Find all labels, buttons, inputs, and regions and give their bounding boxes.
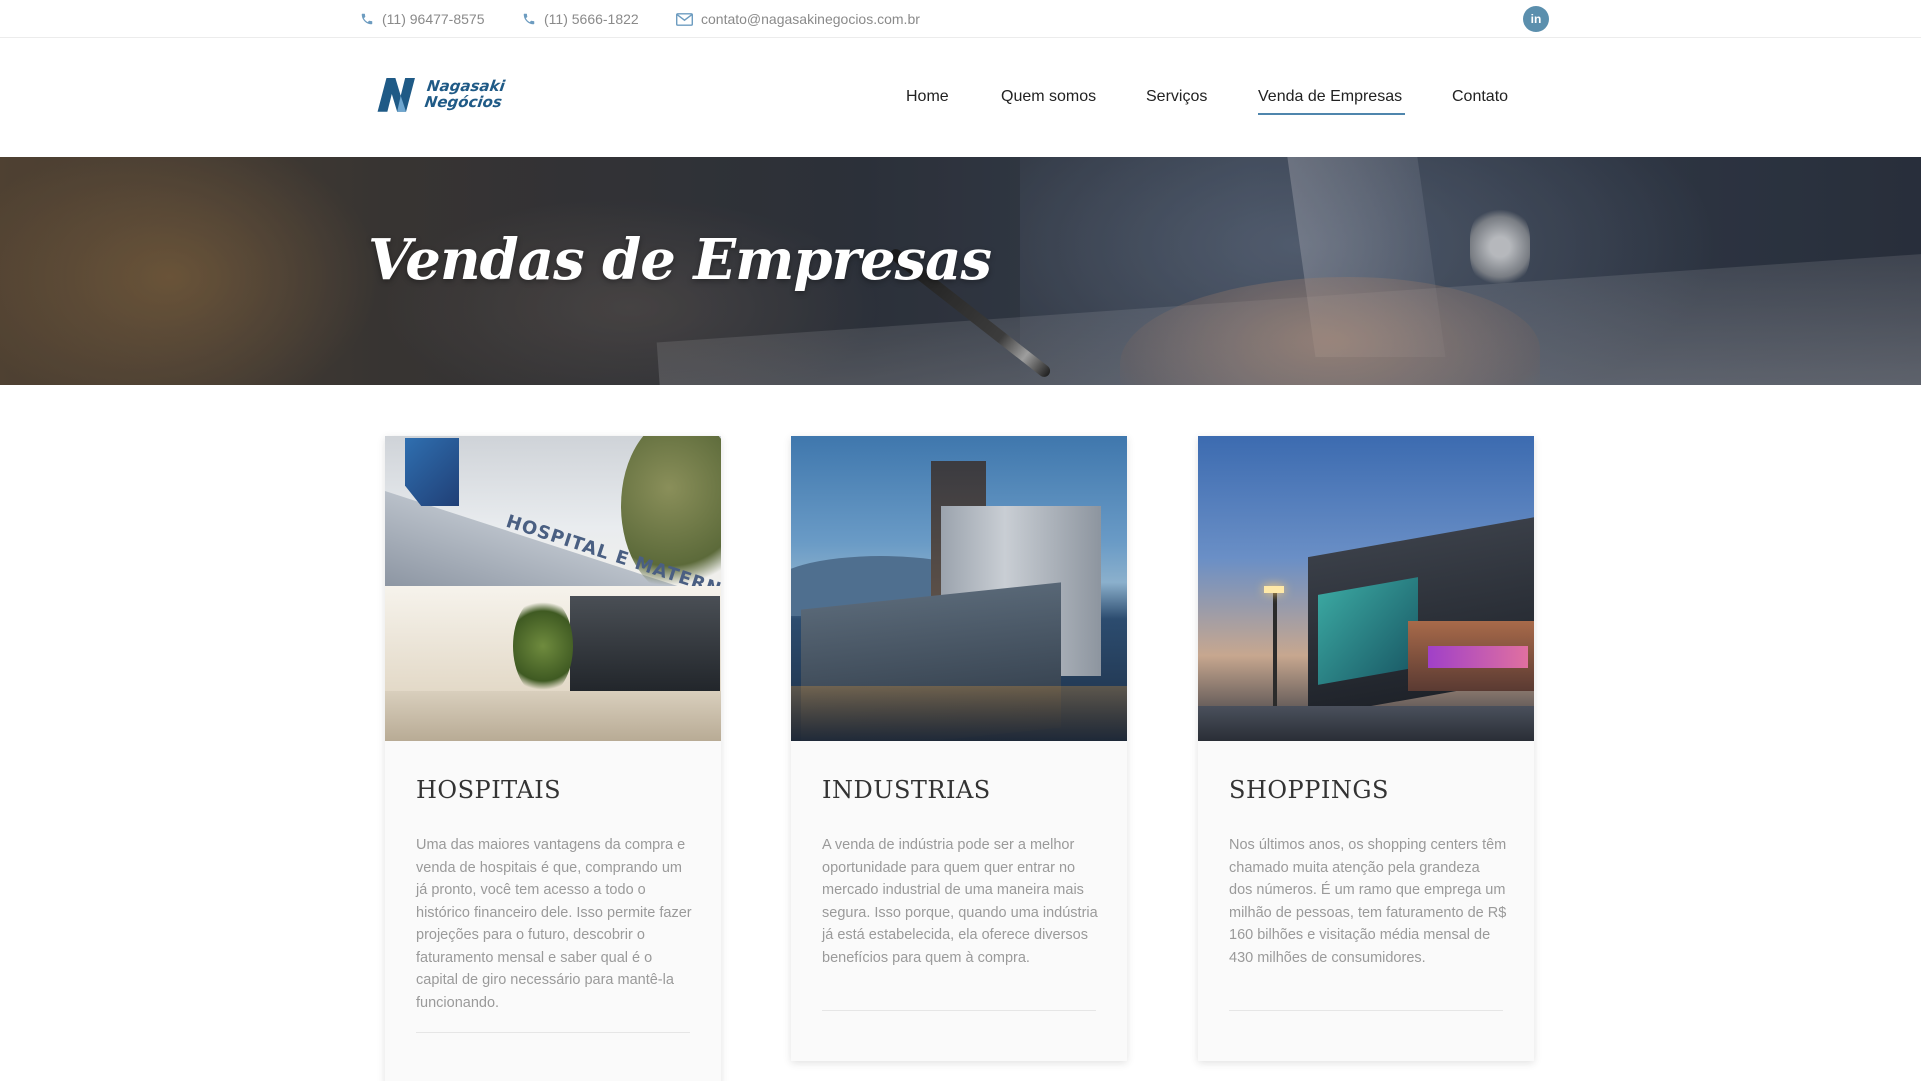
card-text: A venda de indústria pode ser a melhor o…: [822, 837, 1098, 966]
phone-2[interactable]: (11) 5666-1822: [522, 0, 639, 38]
card-hospitais[interactable]: HOSPITAL E MATERNIDADE HOSPITAIS Uma das…: [385, 436, 721, 1081]
card-divider: [416, 1032, 690, 1033]
logo-line-1: Nagasaki: [426, 77, 507, 95]
card-shoppings[interactable]: SHOPPINGS Nos últimos anos, os shopping …: [1198, 436, 1534, 1061]
phone-icon: [361, 13, 373, 25]
site-logo[interactable]: Nagasaki Negócios: [374, 70, 507, 118]
card-title: INDUSTRIAS: [822, 776, 991, 804]
envelope-icon: [676, 12, 693, 26]
page-title: Vendas de Empresas: [368, 227, 992, 293]
card-title: HOSPITAIS: [416, 776, 562, 804]
nav-servicos[interactable]: Serviços: [1146, 88, 1207, 106]
top-bar: (11) 96477-8575 (11) 5666-1822 contato@n…: [0, 0, 1921, 38]
card-text: Nos últimos anos, os shopping centers tê…: [1229, 837, 1507, 966]
card-industrias[interactable]: INDUSTRIAS A venda de indústria pode ser…: [791, 436, 1127, 1061]
card-text: Uma das maiores vantagens da compra e ve…: [416, 837, 692, 1011]
nav-quem-somos[interactable]: Quem somos: [1001, 88, 1096, 106]
phone-icon: [523, 13, 535, 25]
logo-line-2: Negócios: [423, 93, 504, 111]
industry-photo: [791, 436, 1127, 741]
nav-venda-de-empresas[interactable]: Venda de Empresas: [1258, 88, 1402, 106]
card-title: SHOPPINGS: [1229, 776, 1389, 804]
linkedin-icon[interactable]: in: [1523, 6, 1549, 32]
nav-active-indicator: [1258, 113, 1405, 115]
logo-mark-icon: [377, 77, 415, 112]
linkedin-label: in: [1530, 12, 1542, 26]
nav-home[interactable]: Home: [906, 88, 949, 106]
logo-text: Nagasaki Negócios: [423, 77, 507, 111]
phone-2-text: (11) 5666-1822: [544, 11, 639, 27]
card-divider: [1229, 1010, 1503, 1011]
email-link[interactable]: contato@nagasakinegocios.com.br: [676, 0, 920, 38]
phone-1-text: (11) 96477-8575: [382, 11, 485, 27]
email-text: contato@nagasakinegocios.com.br: [701, 11, 920, 27]
site-header: Nagasaki Negócios Home Quem somos Serviç…: [0, 38, 1921, 157]
hero-banner: Vendas de Empresas: [0, 157, 1921, 385]
shopping-photo: [1198, 436, 1534, 741]
nav-contato[interactable]: Contato: [1452, 88, 1508, 106]
card-divider: [822, 1010, 1096, 1011]
phone-1[interactable]: (11) 96477-8575: [360, 0, 484, 38]
hospital-photo: HOSPITAL E MATERNIDADE: [385, 436, 721, 741]
